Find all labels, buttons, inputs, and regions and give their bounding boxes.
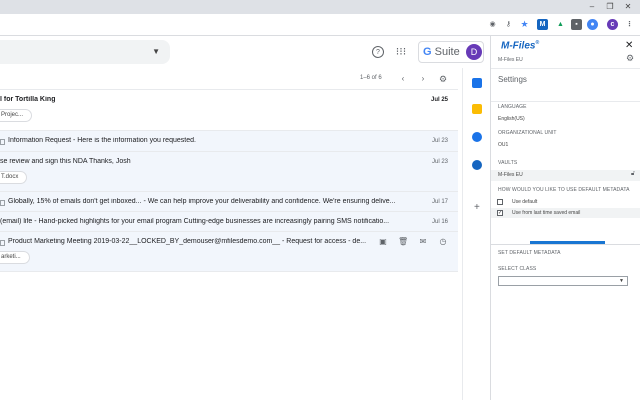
- last-saved-checkbox[interactable]: ✓: [497, 210, 503, 216]
- email-date: Jul 23: [431, 138, 448, 144]
- attachment-chip[interactable]: T.docx: [0, 171, 28, 184]
- vault-name: M-Files EU: [498, 172, 523, 178]
- drive-extension-icon[interactable]: ▲: [555, 19, 566, 30]
- extension-icon[interactable]: ▪: [571, 19, 582, 30]
- profile-avatar-icon[interactable]: c: [607, 19, 618, 30]
- email-date: Jul 23: [431, 159, 448, 165]
- chevron-down-icon: ▼: [619, 278, 624, 284]
- pagination-count: 1–6 of 6: [360, 75, 382, 81]
- add-addon-icon[interactable]: +: [474, 202, 480, 213]
- search-input[interactable]: ▼: [0, 40, 170, 64]
- email-date: Jul 25: [430, 97, 448, 103]
- apps-grid-icon[interactable]: ⁝⁝⁝: [395, 46, 407, 58]
- settings-title: Settings: [498, 75, 527, 84]
- label-icon: [0, 200, 5, 206]
- key-icon[interactable]: ⚷: [503, 19, 514, 30]
- search-options-icon[interactable]: ▼: [152, 47, 160, 56]
- mark-read-icon[interactable]: ✉: [418, 237, 428, 246]
- mfiles-extension-icon[interactable]: M: [537, 19, 548, 30]
- vaults-label: VAULTS: [498, 160, 518, 166]
- email-subject: Globally, 15% of emails don't get inboxe…: [8, 198, 396, 205]
- org-unit-value[interactable]: OU1: [498, 142, 508, 148]
- settings-header: Settings: [491, 68, 640, 102]
- newer-chevron-icon[interactable]: ‹: [397, 73, 409, 85]
- email-row[interactable]: Information Request - Here is the inform…: [0, 131, 458, 152]
- mfiles-logo: M-Files®: [501, 40, 540, 52]
- close-window-icon[interactable]: ✕: [622, 1, 634, 13]
- restore-icon[interactable]: ❐: [604, 1, 616, 13]
- avatar[interactable]: D: [466, 44, 482, 60]
- email-row[interactable]: se review and sign this NDA Thanks, Josh…: [0, 152, 458, 192]
- default-metadata-question: HOW WOULD YOU LIKE TO USE DEFAULT METADA…: [498, 187, 630, 193]
- language-label: LANGUAGE: [498, 104, 527, 110]
- browser-tab-strip: – ❐ ✕: [0, 0, 640, 14]
- vault-item[interactable]: M-Files EU 🔓︎: [491, 170, 640, 181]
- org-unit-label: ORGANIZATIONAL UNIT: [498, 130, 557, 136]
- mfiles-panel: M-Files® M-Files EU ✕ ⚙ Settings LANGUAG…: [490, 36, 640, 400]
- minimize-icon[interactable]: –: [586, 1, 598, 13]
- use-default-label: Use default: [512, 199, 538, 205]
- bookmark-star-icon[interactable]: ★: [519, 19, 530, 30]
- browser-menu-icon[interactable]: ⋮: [624, 19, 635, 30]
- tasks-icon[interactable]: [472, 132, 482, 142]
- email-date: Jul 17: [431, 199, 448, 205]
- delete-icon[interactable]: 🗑︎: [398, 237, 408, 246]
- section-divider: [491, 244, 640, 245]
- email-list-toolbar: 1–6 of 6 ‹ › ⚙: [0, 68, 458, 90]
- older-chevron-icon[interactable]: ›: [417, 73, 429, 85]
- side-apps-strip: +: [462, 68, 490, 400]
- snooze-icon[interactable]: ◷: [438, 237, 448, 246]
- gsuite-badge[interactable]: G Suite D: [418, 41, 484, 63]
- calendar-icon[interactable]: [472, 78, 482, 88]
- gsuite-label: G Suite: [423, 46, 460, 58]
- set-default-label: SET DEFAULT METADATA: [498, 250, 561, 256]
- extension-round-icon[interactable]: ●: [587, 19, 598, 30]
- email-subject: l for Tortilla King: [0, 96, 56, 103]
- attachment-chip[interactable]: Projec...: [0, 109, 33, 122]
- close-icon[interactable]: ✕: [625, 40, 633, 51]
- class-select[interactable]: ▼: [498, 276, 628, 286]
- email-subject: se review and sign this NDA Thanks, Josh: [0, 158, 131, 165]
- email-subject: Information Request - Here is the inform…: [8, 137, 196, 144]
- option-last-saved[interactable]: ✓ Use from last time saved email: [491, 208, 640, 218]
- email-date: Jul 16: [431, 219, 448, 225]
- email-row[interactable]: l for Tortilla King Jul 25 Projec...: [0, 90, 458, 131]
- attachment-chip[interactable]: arketi...: [0, 251, 30, 264]
- browser-toolbar: ◉ ⚷ ★ M ▲ ▪ ● c ⋮: [0, 14, 640, 36]
- last-saved-label: Use from last time saved email: [512, 210, 581, 216]
- label-icon: [0, 240, 5, 246]
- unlock-icon[interactable]: 🔓︎: [631, 171, 635, 178]
- eye-icon[interactable]: ◉: [487, 19, 498, 30]
- mfiles-vault-subtitle: M-Files EU: [498, 57, 523, 63]
- email-subject: (email) life - Hand-picked highlights fo…: [0, 218, 390, 225]
- settings-gear-icon[interactable]: ⚙: [437, 73, 449, 85]
- language-value[interactable]: English(US): [498, 116, 525, 122]
- gmail-header: ▼ ? ⁝⁝⁝ G Suite D: [0, 36, 490, 68]
- email-subject: Product Marketing Meeting 2019-03-22__LO…: [8, 238, 367, 245]
- mfiles-addon-icon[interactable]: [472, 160, 482, 170]
- gear-icon[interactable]: ⚙: [626, 53, 634, 64]
- email-row[interactable]: Product Marketing Meeting 2019-03-22__LO…: [0, 232, 458, 272]
- email-row[interactable]: Globally, 15% of emails don't get inboxe…: [0, 192, 458, 212]
- archive-icon[interactable]: ▣: [378, 237, 388, 246]
- use-default-checkbox[interactable]: [497, 199, 503, 205]
- keep-icon[interactable]: [472, 104, 482, 114]
- label-icon: [0, 139, 5, 145]
- select-class-label: SELECT CLASS: [498, 266, 537, 272]
- help-icon[interactable]: ?: [372, 46, 384, 58]
- email-row[interactable]: (email) life - Hand-picked highlights fo…: [0, 212, 458, 232]
- option-use-default[interactable]: Use default: [491, 197, 640, 207]
